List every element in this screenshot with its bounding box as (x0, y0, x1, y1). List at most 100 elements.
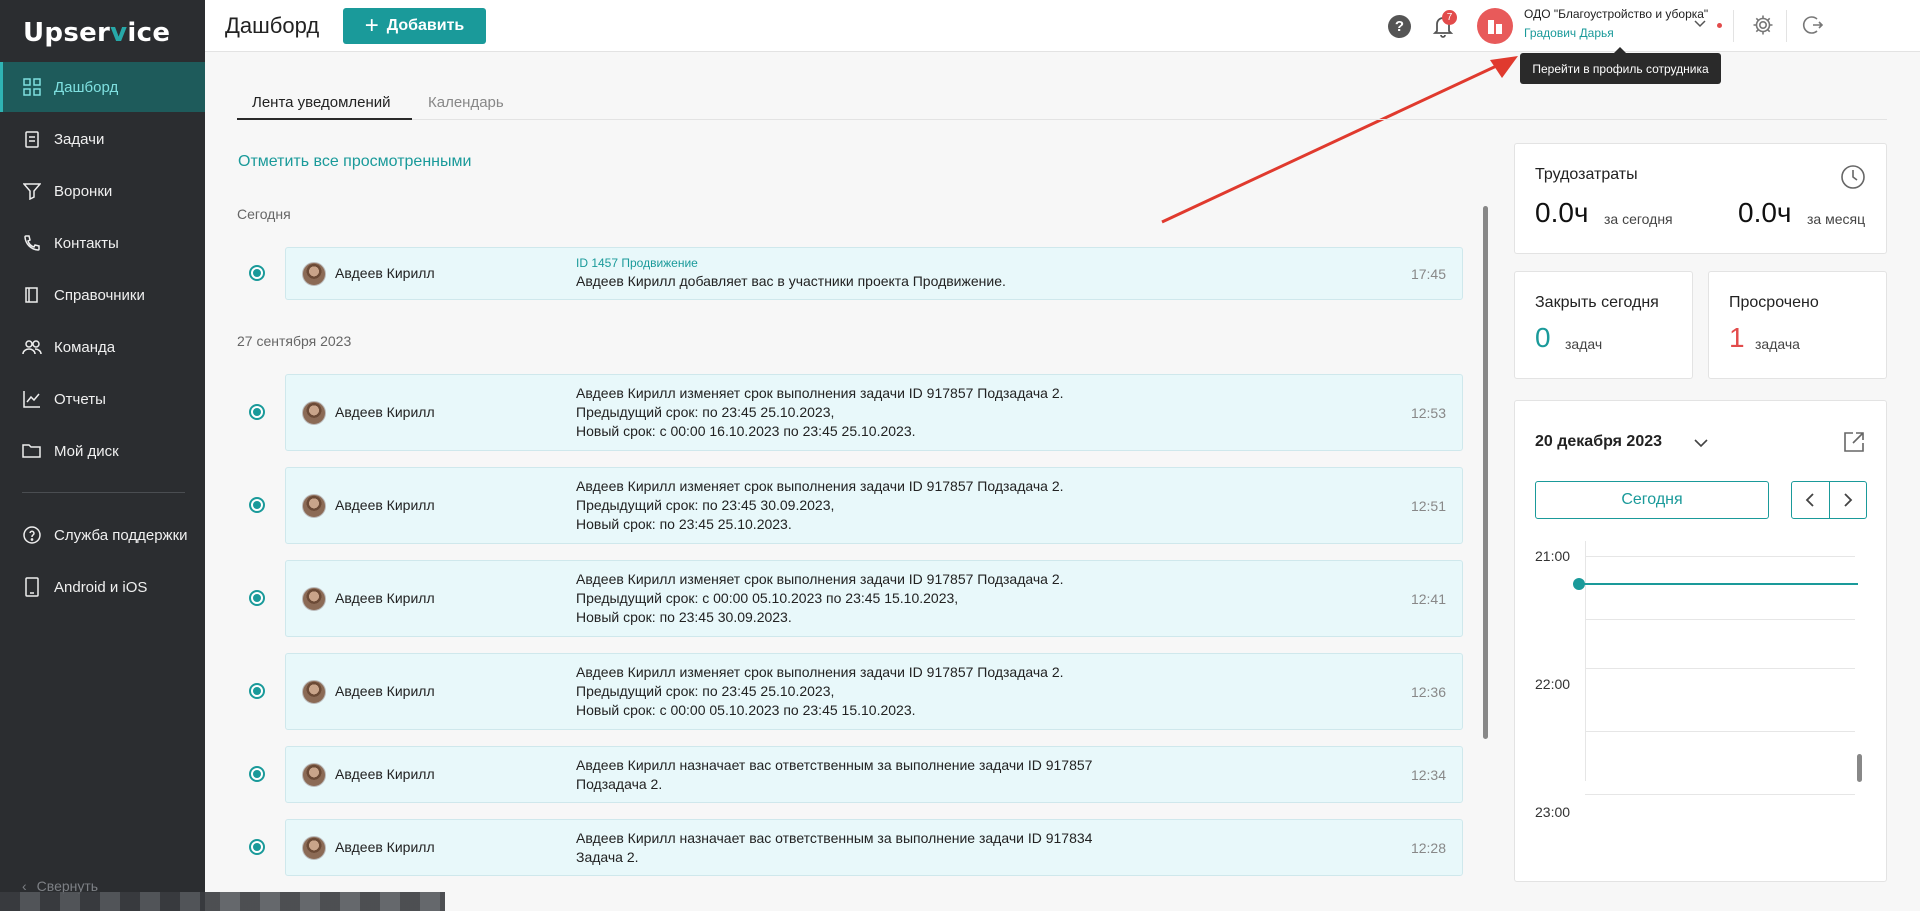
labor-title: Трудозатраты (1535, 166, 1638, 183)
notification-text: Авдеев Кирилл изменяет срок выполнения з… (576, 478, 1064, 532)
overdue-card[interactable]: Просрочено 1 задача (1708, 271, 1887, 379)
sidebar-item-funnels[interactable]: Воронки (0, 166, 205, 216)
external-link-icon[interactable] (1842, 430, 1866, 454)
feed-scrollbar[interactable] (1483, 206, 1488, 739)
sidebar-item-label: Справочники (54, 286, 145, 304)
dashboard-tabs: Лента уведомлений Календарь (237, 88, 1887, 120)
sidebar-item-contacts[interactable]: Контакты (0, 218, 205, 268)
sidebar-item-support[interactable]: Служба поддержки (0, 510, 205, 560)
calendar-date[interactable]: 20 декабря 2023 (1535, 433, 1662, 451)
notification-read-radio[interactable] (249, 766, 265, 782)
active-tab-indicator (237, 118, 412, 120)
notification-author: Авдеев Кирилл (335, 265, 435, 281)
hour-line (1585, 556, 1855, 557)
avatar (302, 401, 326, 425)
overdue-caption: задача (1755, 336, 1800, 352)
sidebar-item-label: Мой диск (54, 442, 119, 460)
avatar (302, 680, 326, 704)
calendar-nav (1791, 481, 1867, 519)
notification-text: Авдеев Кирилл изменяет срок выполнения з… (576, 385, 1064, 439)
notification-time: 12:51 (1410, 498, 1446, 514)
tab-notification-feed[interactable]: Лента уведомлений (252, 94, 391, 111)
contacts-icon (22, 233, 42, 253)
notification-time: 12:53 (1410, 405, 1446, 421)
avatar (302, 262, 326, 286)
avatar (302, 836, 326, 860)
sidebar-divider (22, 492, 185, 493)
redacted-status-bar (0, 892, 445, 911)
close-today-card[interactable]: Закрыть сегодня 0 задач (1514, 271, 1693, 379)
notification-item[interactable]: Авдеев Кирилл Авдеев Кирилл назначает ва… (285, 819, 1463, 876)
notification-author: Авдеев Кирилл (335, 497, 435, 513)
sidebar-item-tasks[interactable]: Задачи (0, 114, 205, 164)
labor-today-value: 0.0ч (1535, 197, 1589, 228)
prev-day-button[interactable] (1792, 482, 1830, 518)
notification-item[interactable]: Авдеев Кирилл Авдеев Кирилл назначает ва… (285, 746, 1463, 803)
notification-project-link[interactable]: ID 1457 Продвижение (576, 256, 698, 270)
notification-item[interactable]: Авдеев Кирилл Авдеев Кирилл изменяет сро… (285, 653, 1463, 730)
sidebar-item-dashboard[interactable]: Дашборд (0, 62, 205, 112)
notification-read-radio[interactable] (249, 839, 265, 855)
notification-read-radio[interactable] (249, 404, 265, 420)
notification-read-radio[interactable] (249, 683, 265, 699)
labor-month-value: 0.0ч (1738, 197, 1792, 228)
gear-icon[interactable] (1752, 14, 1774, 36)
notification-time: 12:34 (1410, 767, 1446, 783)
divider (1786, 10, 1787, 42)
dashboard-icon (22, 77, 42, 97)
user-profile-link[interactable]: Градович Дарья (1524, 26, 1614, 40)
next-day-button[interactable] (1830, 482, 1867, 518)
sidebar-item-mobile[interactable]: Android и iOS (0, 562, 205, 612)
book-icon (22, 285, 42, 305)
notification-author: Авдеев Кирилл (335, 683, 435, 699)
avatar (302, 763, 326, 787)
overdue-title: Просрочено (1729, 294, 1819, 311)
mark-all-read-link[interactable]: Отметить все просмотренными (238, 153, 471, 171)
org-name[interactable]: ОДО "Благоустройство и уборка" (1524, 7, 1708, 21)
notification-read-radio[interactable] (249, 497, 265, 513)
sidebar-item-label: Задачи (54, 130, 105, 148)
notification-text: Авдеев Кирилл добавляет вас в участники … (576, 273, 1006, 289)
notification-item[interactable]: Авдеев Кирилл Авдеев Кирилл изменяет сро… (285, 374, 1463, 451)
calendar-scrollbar[interactable] (1857, 754, 1862, 782)
group-label: Сегодня (237, 206, 291, 222)
notification-time: 17:45 (1410, 266, 1446, 282)
help-icon[interactable]: ? (1388, 15, 1411, 38)
sidebar-item-label: Команда (54, 338, 116, 356)
tab-calendar[interactable]: Календарь (428, 94, 504, 111)
half-hour-line (1585, 731, 1855, 732)
logout-icon[interactable] (1802, 14, 1824, 36)
annotation-arrow (1161, 56, 1518, 224)
hour-line (1585, 668, 1855, 669)
org-avatar[interactable] (1477, 8, 1513, 44)
notification-item[interactable]: Авдеев Кирилл ID 1457 Продвижение Авдеев… (285, 247, 1463, 300)
clock-icon[interactable] (1840, 164, 1866, 190)
notification-item[interactable]: Авдеев Кирилл Авдеев Кирилл изменяет сро… (285, 467, 1463, 544)
add-button[interactable]: + Добавить (343, 8, 486, 44)
tooltip-text: Перейти в профиль сотрудника (1532, 61, 1709, 76)
chevron-down-icon[interactable] (1693, 437, 1709, 449)
funnel-icon (22, 181, 42, 201)
notification-read-radio[interactable] (249, 265, 265, 281)
sidebar-item-references[interactable]: Справочники (0, 270, 205, 320)
chevron-down-icon[interactable] (1693, 16, 1707, 30)
app-logo[interactable]: Upservice (23, 18, 170, 48)
notification-read-radio[interactable] (249, 590, 265, 606)
calendar-hour: 23:00 (1535, 804, 1571, 820)
avatar (302, 494, 326, 518)
notification-time: 12:41 (1410, 591, 1446, 607)
today-button[interactable]: Сегодня (1535, 481, 1769, 519)
support-icon (22, 525, 42, 545)
notification-item[interactable]: Авдеев Кирилл Авдеев Кирилл изменяет сро… (285, 560, 1463, 637)
labor-today-caption: за сегодня (1604, 211, 1673, 227)
sidebar-item-label: Контакты (54, 234, 119, 252)
building-icon (1488, 20, 1502, 34)
close-today-value: 0 (1535, 322, 1551, 353)
sidebar-item-label: Дашборд (54, 78, 119, 96)
sidebar-item-my-disk[interactable]: Мой диск (0, 426, 205, 476)
sidebar-item-team[interactable]: Команда (0, 322, 205, 372)
sidebar-item-reports[interactable]: Отчеты (0, 374, 205, 424)
notification-count-badge: 7 (1442, 10, 1457, 25)
chevron-right-icon (1844, 493, 1853, 507)
top-bar: Дашборд + Добавить ? 7 ОДО "Благоустройс… (205, 0, 1920, 52)
